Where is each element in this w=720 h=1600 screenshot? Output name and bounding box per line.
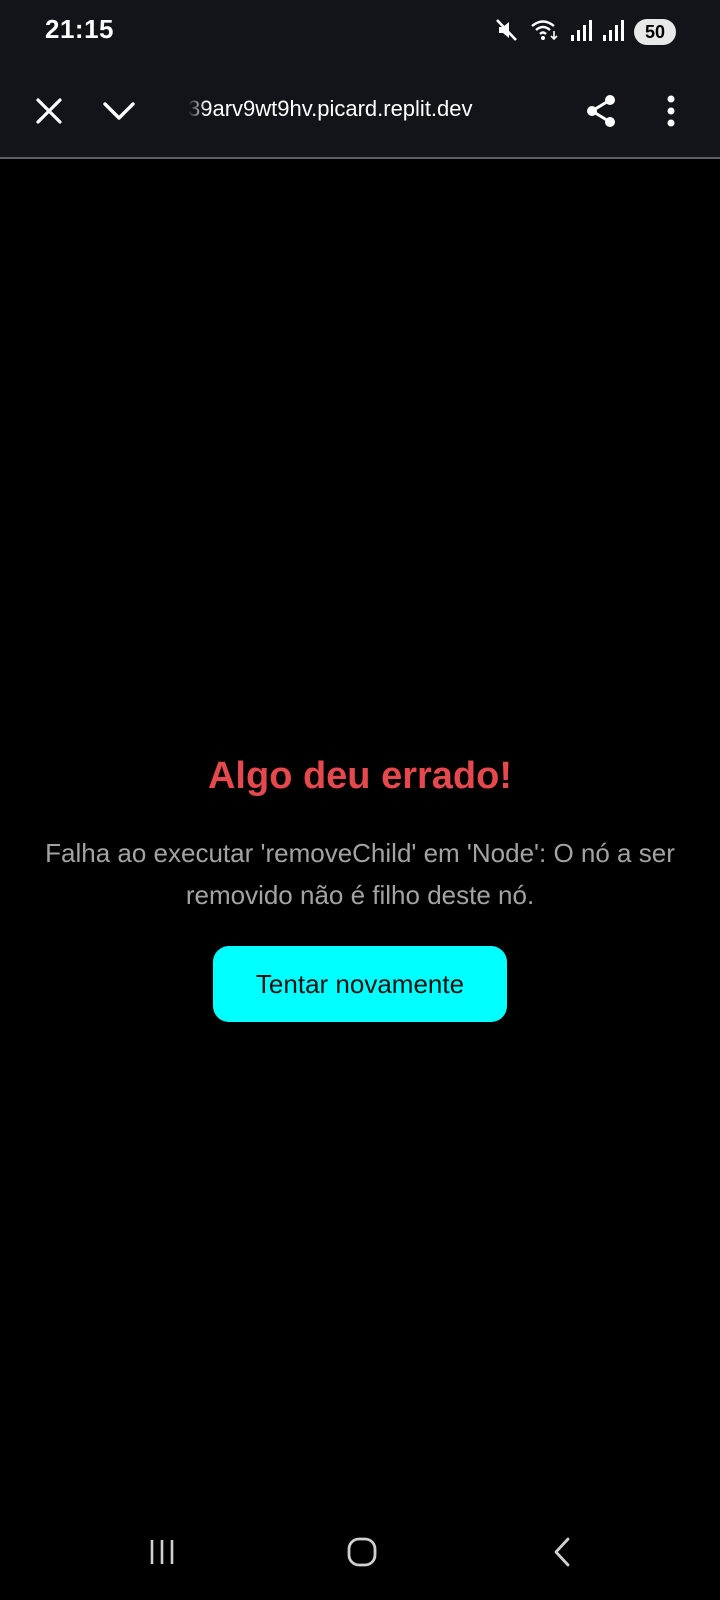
share-button[interactable]: [573, 83, 629, 139]
navigation-bar: [0, 1504, 720, 1600]
mute-icon: [494, 17, 520, 48]
url-text[interactable]: 39arv9wt9hv.picard.replit.dev: [188, 92, 488, 126]
error-message: Falha ao executar 'removeChild' em 'Node…: [45, 838, 675, 910]
browser-toolbar: 39arv9wt9hv.picard.replit.dev: [0, 64, 720, 159]
share-icon: [587, 95, 615, 127]
retry-button[interactable]: Tentar novamente: [213, 946, 507, 1022]
close-icon: [36, 98, 62, 124]
close-button[interactable]: [21, 83, 77, 139]
status-time: 21:15: [45, 14, 114, 44]
recents-button[interactable]: [132, 1524, 192, 1580]
status-bar: 21:15 50: [0, 0, 720, 64]
url-fade: [188, 92, 206, 126]
wifi-icon: [530, 17, 560, 48]
status-icons: 50: [494, 18, 676, 46]
error-title: Algo deu errado!: [207, 755, 513, 797]
battery-icon: 50: [634, 19, 676, 45]
more-options-button[interactable]: [643, 83, 699, 139]
back-icon: [554, 1537, 570, 1567]
more-vert-icon: [667, 95, 675, 127]
back-button[interactable]: [532, 1524, 592, 1580]
signal-icon: [602, 18, 624, 47]
minimize-button[interactable]: [91, 83, 147, 139]
screen: 21:15 50 39arv9wt9hv.picard.replit.dev A…: [0, 0, 720, 1600]
recents-icon: [150, 1540, 174, 1564]
home-icon: [347, 1537, 377, 1567]
chevron-down-icon: [103, 102, 135, 120]
signal-icon: [570, 18, 592, 47]
home-button[interactable]: [332, 1524, 392, 1580]
